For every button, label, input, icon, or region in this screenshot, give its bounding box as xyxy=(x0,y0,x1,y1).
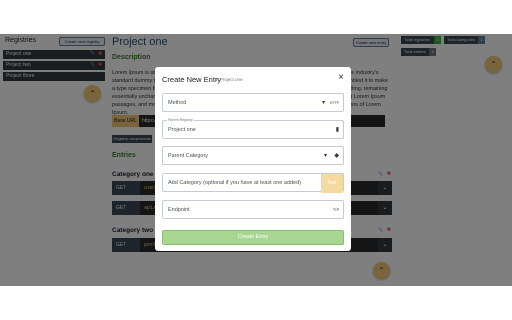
create-entry-submit-button[interactable]: Create Entry xyxy=(162,230,344,245)
app-window: Registries Create new registry Project o… xyxy=(0,0,512,286)
method-placeholder: Method xyxy=(168,100,187,106)
add-category-placeholder: Add Category (optional if you have at le… xyxy=(168,180,302,186)
tag-icon: ◆ xyxy=(334,153,339,159)
add-category-button[interactable]: Add xyxy=(321,174,343,193)
code-icon: <> xyxy=(333,207,339,213)
parent-registry-legend: Parent Registry xyxy=(167,118,194,122)
parent-registry-field: Parent Registry Project one ▮ xyxy=(162,118,344,139)
chevron-down-icon: ▾ xyxy=(321,100,325,106)
parent-category-placeholder: Parent Category xyxy=(168,153,209,159)
http-icon: HTTP xyxy=(329,101,339,105)
modal-subtitle: in Project one xyxy=(215,77,243,82)
book-icon: ▮ xyxy=(335,127,339,133)
method-select[interactable]: Method ▾ HTTP xyxy=(162,93,344,112)
chevron-down-icon: ▾ xyxy=(323,153,327,159)
add-category-input[interactable]: Add Category (optional if you have at le… xyxy=(162,173,344,193)
endpoint-input[interactable]: Endpoint <> xyxy=(162,200,344,219)
modal-title: Create New Entry xyxy=(162,75,222,84)
parent-category-select[interactable]: Parent Category ▾ ◆ xyxy=(162,146,344,165)
endpoint-placeholder: Endpoint xyxy=(168,207,190,213)
create-entry-modal: Create New Entry in Project one × Method… xyxy=(155,67,351,251)
parent-registry-value: Project one xyxy=(168,127,196,133)
close-icon[interactable]: × xyxy=(338,72,344,83)
